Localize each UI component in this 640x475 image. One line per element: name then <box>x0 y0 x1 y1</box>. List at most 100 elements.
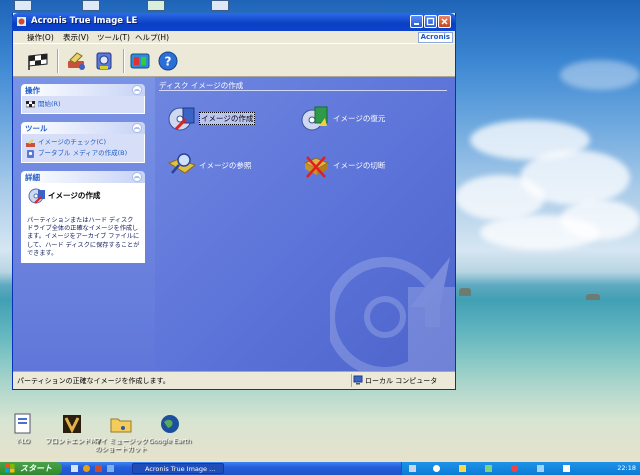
cloud <box>480 215 600 250</box>
close-button[interactable] <box>438 15 451 28</box>
desktop-icon-label: フロントエンドMV <box>45 437 101 445</box>
details-group: 詳細 ︽ イメージの作成 パーティションまたはハード ディスク ドライブ全体の正… <box>21 171 145 263</box>
task-label: イメージのチェック(C) <box>38 138 106 146</box>
section-divider <box>159 90 447 91</box>
action-label: イメージの切断 <box>333 161 386 170</box>
status-message: パーティションの正確なイメージを作成します。 <box>17 377 170 385</box>
acronis-logo: Acronis <box>417 32 453 43</box>
app-icon <box>17 17 26 26</box>
tray-icon[interactable] <box>510 464 519 473</box>
quicklaunch-icon[interactable] <box>94 464 103 473</box>
action-label: イメージの作成 <box>199 112 256 125</box>
action-label: イメージの復元 <box>333 114 386 123</box>
group-body: 開始(R) <box>21 96 145 114</box>
cloud <box>560 60 640 90</box>
computer-icon <box>353 375 363 385</box>
collapse-chevron-icon[interactable]: ︽ <box>132 172 142 182</box>
disk-tool-button[interactable] <box>127 48 153 74</box>
toolbar-separator <box>57 49 59 73</box>
desktop-icon-my-music[interactable]: マイ ミュージック のショートカット <box>94 412 148 453</box>
system-tray: 22:18 <box>401 462 640 475</box>
desktop-icon-frontend[interactable]: フロントエンドMV <box>45 412 101 445</box>
bootable-media-button[interactable] <box>91 48 117 74</box>
boot-media-icon <box>96 52 112 70</box>
collapse-chevron-icon[interactable]: ︽ <box>132 123 142 133</box>
group-title: ツール <box>25 124 48 133</box>
tray-icon[interactable] <box>458 464 467 473</box>
group-body: イメージのチェック(C) ブータブル メディアの作成(B) <box>21 134 145 163</box>
help-icon: ? <box>158 51 178 71</box>
group-header[interactable]: 詳細 ︽ <box>21 171 145 183</box>
check-tool-icon <box>68 52 85 70</box>
task-check-image[interactable]: イメージのチェック(C) <box>26 137 140 148</box>
unmount-image-icon <box>303 156 330 178</box>
help-button[interactable]: ? <box>155 48 181 74</box>
group-header[interactable]: ツール ︽ <box>21 122 145 134</box>
create-image-icon <box>168 107 195 131</box>
checkered-flag-icon <box>26 101 35 108</box>
islet <box>459 288 471 296</box>
quicklaunch-icon[interactable] <box>106 464 115 473</box>
group-title: 操作 <box>25 86 40 95</box>
status-location: ローカル コンピュータ <box>365 377 438 385</box>
desktop-icon-label: マイ ミュージック のショートカット <box>94 437 148 453</box>
tray-icon[interactable] <box>536 464 545 473</box>
app-window: Acronis True Image LE 操作(O) 表示(V) ツール(T)… <box>12 13 456 390</box>
taskbar-button-label: Acronis True Image ... <box>145 465 216 473</box>
tools-group: ツール ︽ イメージのチェック(C) ブータブル メディアの作成(B) <box>21 122 145 163</box>
title-bar[interactable]: Acronis True Image LE <box>12 13 456 31</box>
quicklaunch-icon[interactable] <box>82 464 91 473</box>
taskbar-window-button[interactable]: Acronis True Image ... <box>132 463 224 474</box>
windows-logo-icon <box>5 464 15 473</box>
desktop-icon-label: Y-LO <box>15 437 31 445</box>
details-description: パーティションまたはハード ディスク ドライブ全体の正確なイメージを作成します。… <box>27 217 140 257</box>
close-icon <box>441 18 448 25</box>
toolbar-separator <box>123 49 125 73</box>
check-image-button[interactable] <box>63 48 89 74</box>
frontend-icon <box>60 412 84 436</box>
desktop-icon-label: Google Earth <box>148 437 192 445</box>
disk-manager-icon <box>130 53 150 69</box>
collapse-chevron-icon[interactable]: ︽ <box>132 85 142 95</box>
check-tool-icon <box>26 139 35 147</box>
menu-operation[interactable]: 操作(O) <box>27 32 54 43</box>
window-title: Acronis True Image LE <box>31 16 138 26</box>
tray-icon[interactable] <box>484 464 493 473</box>
quicklaunch-icon[interactable] <box>70 464 79 473</box>
maximize-icon <box>426 17 435 26</box>
tray-icon[interactable] <box>562 464 571 473</box>
main-pane: ディスク イメージの作成 イメージの作成 イメージの復元 イメージの参照 イメー… <box>155 77 455 371</box>
group-header[interactable]: 操作 ︽ <box>21 84 145 96</box>
globe-icon <box>158 412 182 436</box>
minimize-icon <box>414 23 419 25</box>
desktop-icon-top[interactable] <box>14 0 32 11</box>
start-button[interactable]: スタート <box>0 462 62 475</box>
menu-help[interactable]: ヘルプ(H) <box>135 32 169 43</box>
desktop-icon-google-earth[interactable]: Google Earth <box>143 412 197 445</box>
action-label: イメージの参照 <box>199 161 252 170</box>
group-title: 詳細 <box>25 173 40 182</box>
desktop-icon-top[interactable] <box>147 0 165 11</box>
cloud <box>455 175 545 220</box>
desktop-icon-top[interactable] <box>82 0 100 11</box>
checkered-flag-icon <box>28 53 48 70</box>
desktop-icon-top[interactable] <box>211 0 229 11</box>
task-start[interactable]: 開始(R) <box>26 99 140 110</box>
menu-view[interactable]: 表示(V) <box>63 32 89 43</box>
islet <box>586 294 600 300</box>
svg-text:?: ? <box>165 55 172 69</box>
menu-tools[interactable]: ツール(T) <box>97 32 130 43</box>
tray-icon[interactable] <box>408 464 417 473</box>
tray-icon[interactable] <box>432 464 441 473</box>
clock: 22:18 <box>617 464 636 472</box>
status-bar: パーティションの正確なイメージを作成します。 ローカル コンピュータ <box>13 371 455 389</box>
minimize-button[interactable] <box>410 15 423 28</box>
desktop-icon-ylo[interactable]: Y-LO <box>0 412 50 445</box>
task-label: ブータブル メディアの作成(B) <box>38 149 128 157</box>
boot-media-icon <box>27 150 34 158</box>
maximize-button[interactable] <box>424 15 437 28</box>
operations-group: 操作 ︽ 開始(R) <box>21 84 145 114</box>
task-bootable-media[interactable]: ブータブル メディアの作成(B) <box>26 148 140 159</box>
start-label: スタート <box>20 464 52 473</box>
start-flag-button[interactable] <box>25 48 51 74</box>
